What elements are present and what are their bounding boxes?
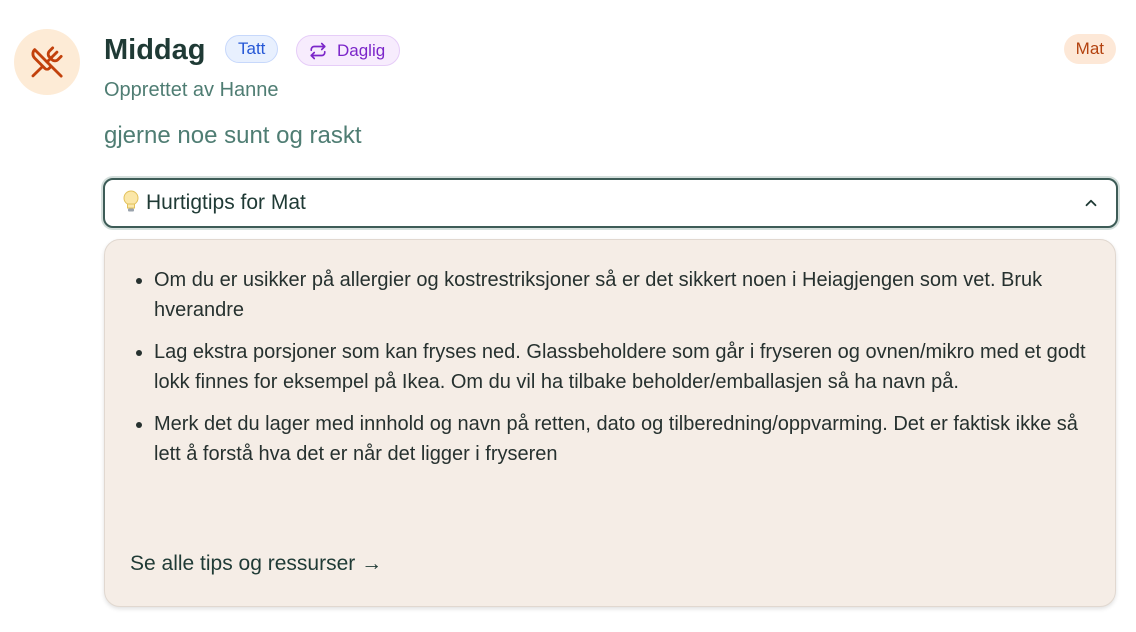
repeat-icon	[310, 42, 326, 59]
tips-panel: Om du er usikker på allergier og kostres…	[104, 239, 1116, 607]
status-badge: Tatt	[225, 35, 279, 63]
tips-toggle-button[interactable]: Hurtigtips for Mat	[103, 178, 1118, 228]
category-avatar	[14, 29, 80, 95]
tips-toggle-label: Hurtigtips for Mat	[146, 191, 306, 214]
all-tips-link[interactable]: Se alle tips og ressurser →	[130, 552, 382, 576]
activity-title: Middag	[104, 34, 206, 66]
tip-item: Lag ekstra porsjoner som kan fryses ned.…	[154, 337, 1087, 397]
lightbulb-icon	[122, 190, 140, 217]
chevron-up-icon	[1085, 199, 1097, 207]
utensils-crossed-icon	[31, 46, 63, 78]
tip-item: Merk det du lager med innhold og navn på…	[154, 409, 1087, 469]
activity-description: gjerne noe sunt og raskt	[104, 122, 362, 149]
frequency-badge: Daglig	[296, 35, 401, 66]
creator-text: Opprettet av Hanne	[104, 79, 279, 101]
tip-item: Om du er usikker på allergier og kostres…	[154, 265, 1087, 325]
category-badge: Mat	[1063, 34, 1116, 64]
tips-list: Om du er usikker på allergier og kostres…	[105, 265, 1115, 481]
frequency-badge-label: Daglig	[337, 40, 386, 60]
